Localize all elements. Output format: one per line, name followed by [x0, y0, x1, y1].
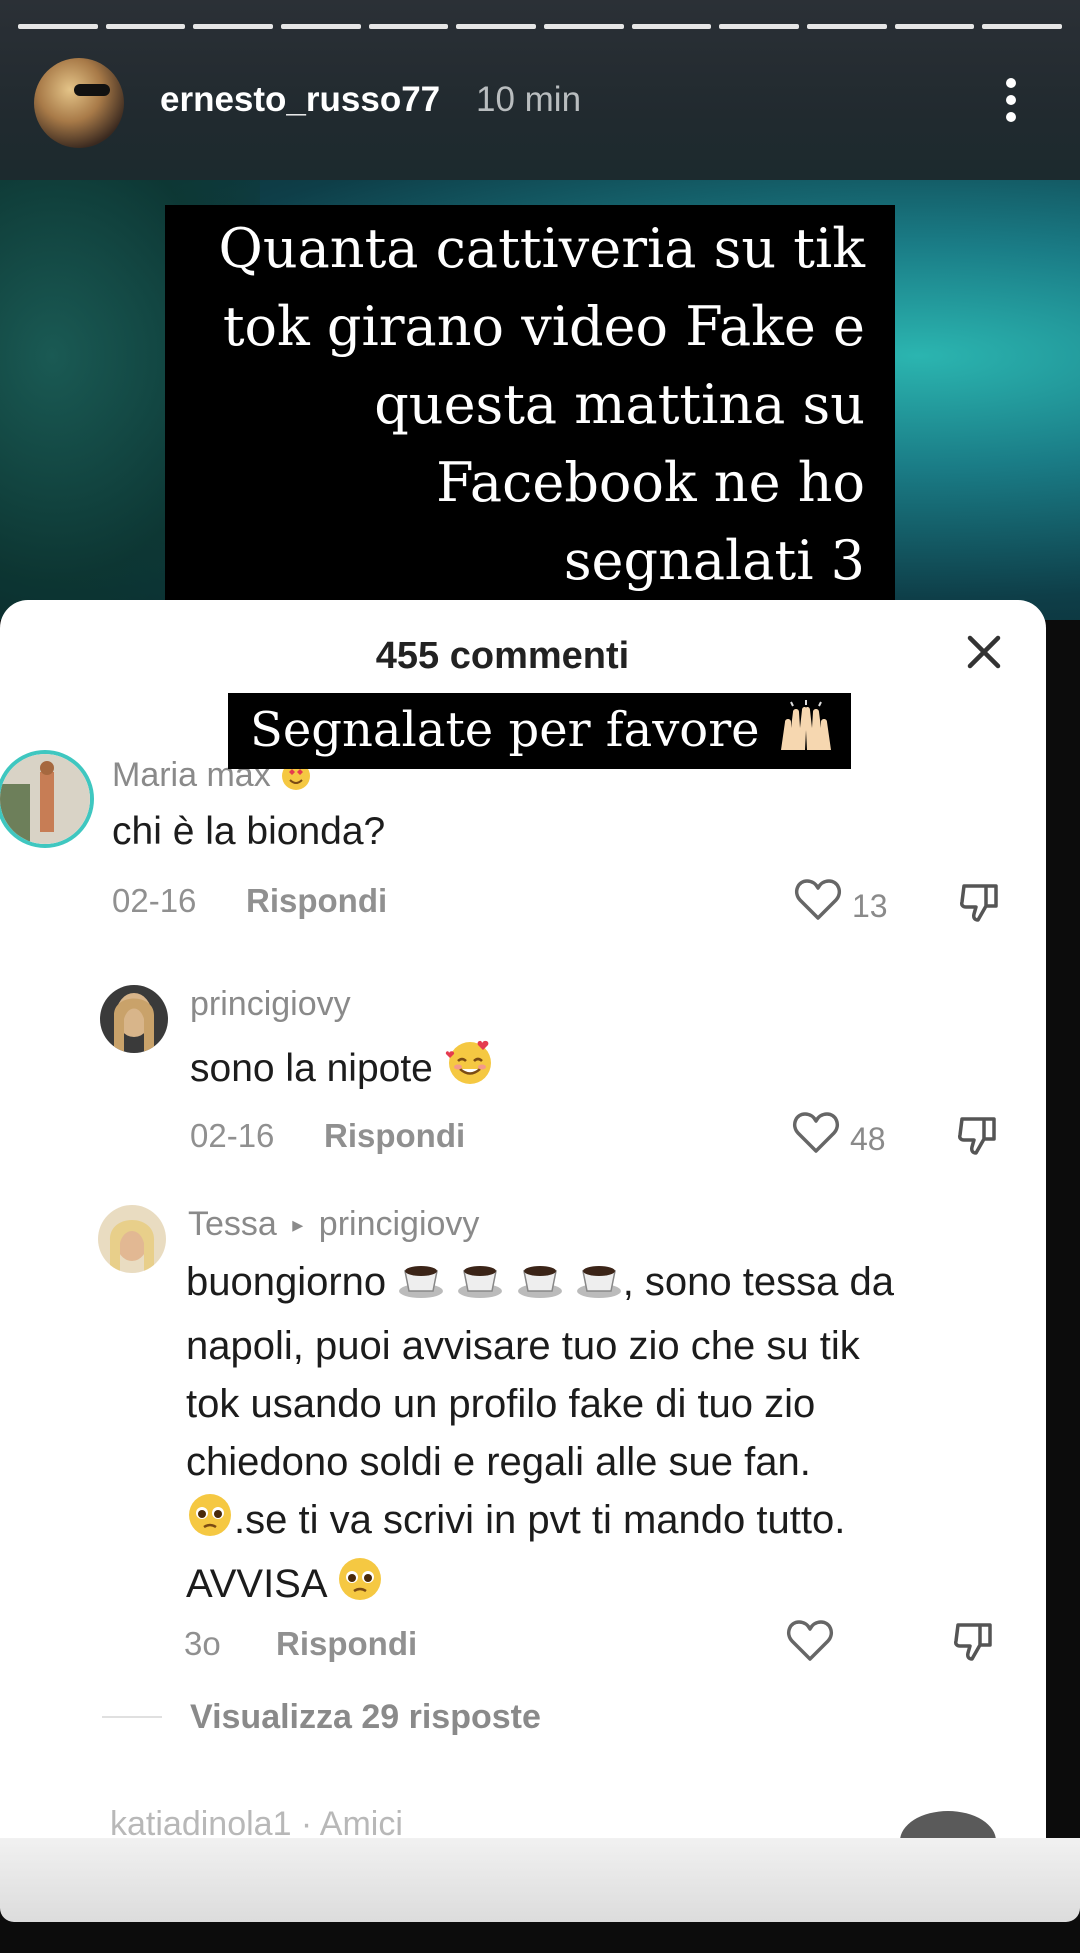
- story-progress-bar: [18, 24, 1063, 29]
- comment-text: sono la nipote: [190, 1035, 496, 1101]
- raising-hands-emoji-icon: [775, 698, 837, 775]
- caption-line: Facebook ne ho: [436, 451, 865, 514]
- coffee-cup-icon: [575, 1259, 623, 1317]
- caption-line: questa mattina su: [374, 373, 865, 436]
- like-heart-icon[interactable]: [794, 878, 842, 927]
- like-count: 13: [852, 888, 888, 924]
- comments-sheet: 455 commenti Maria max chi è la bionda?: [0, 600, 1046, 1840]
- reply-arrow-icon: ▸: [292, 1212, 304, 1237]
- reply-button[interactable]: Rispondi: [324, 1117, 465, 1155]
- comment-text: chi è la bionda?: [112, 810, 386, 853]
- coffee-cup-icon: [397, 1259, 445, 1317]
- comment-line: .se ti va scrivi in pvt ti mando tutto.: [186, 1491, 1026, 1555]
- smiling-face-with-hearts-emoji-icon: [444, 1035, 496, 1101]
- like-heart-icon[interactable]: [792, 1111, 840, 1160]
- story-text-overlay: Segnalate per favore: [228, 693, 851, 769]
- caption-line: segnalati 3: [563, 529, 865, 592]
- reply-button[interactable]: Rispondi: [276, 1625, 417, 1663]
- close-icon[interactable]: [962, 630, 1006, 674]
- story-header: ernesto_russo77 10 min: [0, 50, 1080, 160]
- reply-to-username[interactable]: princigiovy: [319, 1205, 480, 1243]
- story-progress-segment: [105, 24, 186, 29]
- dislike-thumb-icon[interactable]: [958, 880, 1004, 931]
- comments-count-title: 455 commenti: [375, 635, 630, 677]
- comment-line: buongiorno , sono tessa da: [186, 1253, 1026, 1317]
- comment-date: 02-16: [112, 882, 197, 919]
- comment-text: buongiorno , sono tessa da napoli, puoi …: [186, 1253, 1026, 1619]
- commenter-name[interactable]: Tessa: [188, 1205, 277, 1243]
- comment-line: napoli, puoi avvisare tuo zio che su tik: [186, 1324, 860, 1368]
- comment-item: princigiovy sono la nipote 02-16 Rispond…: [0, 985, 1040, 1185]
- story-screen: ernesto_russo77 10 min Quanta cattiveria…: [0, 0, 1080, 1953]
- comment-date: 02-16: [190, 1117, 275, 1154]
- comment-item: Tessa ▸ princigiovy buongiorno , sono te…: [0, 1205, 1040, 1685]
- story-progress-segment: [193, 24, 274, 29]
- caption-line: Quanta cattiveria su tik: [218, 217, 865, 280]
- pleading-face-emoji-icon: [186, 1491, 234, 1555]
- coffee-cup-icon: [516, 1259, 564, 1317]
- caption-line: tok girano video Fake e: [222, 295, 865, 358]
- story-progress-segment: [544, 24, 624, 29]
- reply-button[interactable]: Rispondi: [246, 882, 387, 920]
- story-progress-segment: [982, 24, 1063, 29]
- commenter-avatar[interactable]: [100, 985, 168, 1053]
- pleading-face-emoji-icon: [336, 1555, 384, 1619]
- cut-off-comment-username: katiadinola1 · Amici: [110, 1805, 403, 1840]
- cut-off-comment: katiadinola1 · Amici: [0, 1805, 1040, 1840]
- more-options-button[interactable]: [996, 70, 1026, 130]
- comment-item: Maria max chi è la bionda? 02-16 Rispond…: [0, 750, 1040, 950]
- dislike-thumb-icon[interactable]: [956, 1113, 1002, 1164]
- story-progress-segment: [807, 24, 887, 29]
- view-replies-button[interactable]: Visualizza 29 risposte: [190, 1698, 541, 1737]
- story-progress-segment: [281, 24, 361, 29]
- story-progress-segment: [719, 24, 800, 29]
- story-progress-segment: [631, 24, 712, 29]
- comment-username: Tessa ▸ princigiovy: [188, 1205, 479, 1244]
- floating-action-icon[interactable]: [900, 1811, 996, 1840]
- commenter-avatar[interactable]: [98, 1205, 166, 1273]
- story-progress-segment: [368, 24, 449, 29]
- replies-divider: [102, 1716, 162, 1718]
- comment-date: 3o: [184, 1625, 221, 1662]
- like-count: 48: [850, 1121, 886, 1157]
- coffee-cup-icon: [456, 1259, 504, 1317]
- user-avatar[interactable]: [34, 58, 124, 148]
- comment-line: chiedono soldi e regali alle sue fan.: [186, 1440, 811, 1484]
- story-time: 10 min: [476, 80, 582, 119]
- story-progress-segment: [456, 24, 537, 29]
- comment-username[interactable]: princigiovy: [190, 985, 351, 1024]
- commenter-avatar[interactable]: [0, 750, 94, 848]
- story-progress-segment: [894, 24, 975, 29]
- dislike-thumb-icon[interactable]: [952, 1619, 998, 1670]
- story-reply-bar[interactable]: [0, 1838, 1080, 1922]
- comment-line: tok usando un profilo fake di tuo zio: [186, 1382, 816, 1426]
- comment-line: AVVISA: [186, 1555, 1026, 1619]
- like-heart-icon[interactable]: [786, 1619, 834, 1668]
- story-progress-segment: [18, 24, 98, 29]
- story-username[interactable]: ernesto_russo77: [160, 80, 440, 120]
- story-caption: Quanta cattiveria su tik tok girano vide…: [165, 205, 895, 601]
